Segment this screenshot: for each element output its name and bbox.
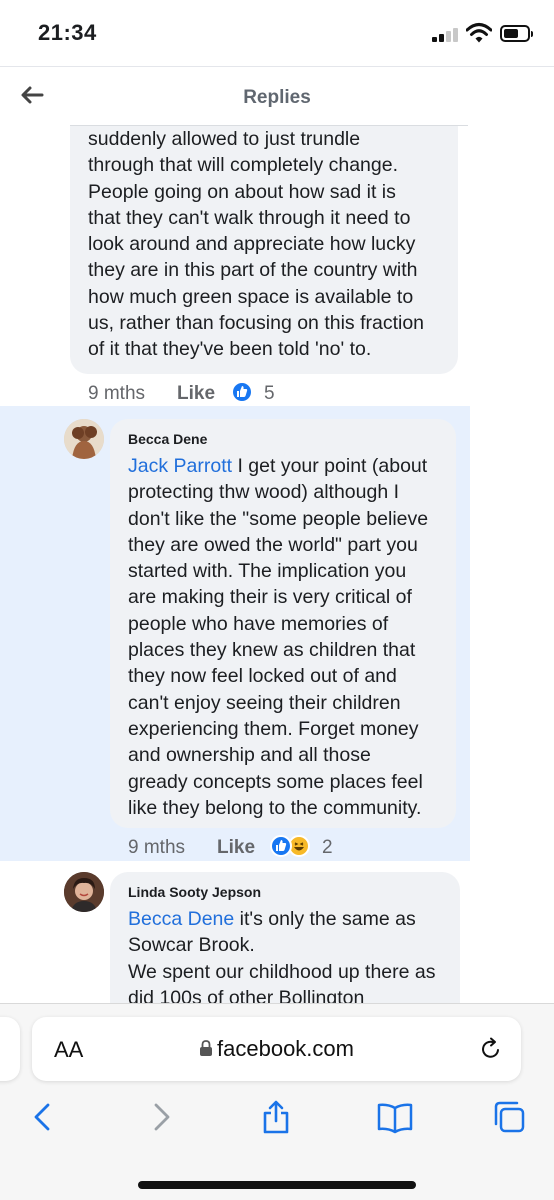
url-display[interactable]: facebook.com bbox=[32, 1036, 521, 1062]
browser-toolbar: AA facebook.com bbox=[0, 1003, 554, 1200]
forward-icon[interactable] bbox=[144, 1099, 178, 1135]
share-icon[interactable] bbox=[259, 1099, 293, 1135]
navigation-row bbox=[0, 1099, 554, 1139]
comment-author[interactable]: Linda Sooty Jepson bbox=[128, 884, 442, 900]
previous-tab-preview[interactable] bbox=[0, 1017, 20, 1081]
status-bar: 21:34 bbox=[0, 0, 554, 66]
replies-list: suddenly allowed to just trundle through… bbox=[0, 126, 554, 1004]
tabs-icon[interactable] bbox=[492, 1099, 526, 1135]
comment-bubble: Becca Dene Jack Parrott I get your point… bbox=[110, 419, 456, 828]
like-button[interactable]: Like bbox=[217, 837, 255, 859]
reactions[interactable] bbox=[231, 381, 255, 405]
lock-icon bbox=[200, 1040, 213, 1056]
like-reaction-icon bbox=[231, 381, 253, 403]
cellular-signal-icon bbox=[432, 26, 462, 42]
battery-icon bbox=[500, 25, 533, 42]
home-indicator bbox=[138, 1181, 416, 1189]
page-title: Replies bbox=[243, 87, 311, 108]
wifi-icon bbox=[466, 23, 492, 43]
reload-icon[interactable] bbox=[479, 1037, 503, 1061]
comment-bubble: Linda Sooty Jepson Becca Dene it's only … bbox=[110, 872, 460, 1004]
header: Replies bbox=[0, 66, 554, 126]
back-icon[interactable] bbox=[26, 1099, 60, 1135]
status-time: 21:34 bbox=[38, 20, 97, 45]
comment-text: Becca Dene it's only the same as Sowcar … bbox=[128, 908, 436, 1004]
like-button[interactable]: Like bbox=[177, 383, 215, 405]
comment-bubble: suddenly allowed to just trundle through… bbox=[70, 126, 458, 374]
url-text: facebook.com bbox=[217, 1036, 354, 1061]
avatar[interactable] bbox=[64, 872, 104, 912]
bookmarks-icon[interactable] bbox=[376, 1099, 414, 1135]
mention-link[interactable]: Jack Parrott bbox=[128, 455, 232, 477]
like-reaction-icon bbox=[270, 835, 292, 857]
address-bar[interactable]: AA facebook.com bbox=[32, 1017, 521, 1081]
reaction-count: 5 bbox=[264, 383, 275, 404]
reactions[interactable] bbox=[270, 835, 312, 859]
comment-time[interactable]: 9 mths bbox=[88, 383, 145, 405]
comment-text: suddenly allowed to just trundle through… bbox=[88, 128, 425, 361]
comment-time[interactable]: 9 mths bbox=[128, 837, 185, 859]
avatar[interactable] bbox=[64, 419, 104, 459]
mention-link[interactable]: Becca Dene bbox=[128, 908, 234, 930]
comment-text: Jack Parrott I get your point (about pro… bbox=[128, 455, 429, 819]
reaction-count: 2 bbox=[322, 837, 333, 858]
comment-author[interactable]: Becca Dene bbox=[128, 431, 438, 447]
comment-meta: 9 mths Like 2 bbox=[128, 835, 428, 863]
